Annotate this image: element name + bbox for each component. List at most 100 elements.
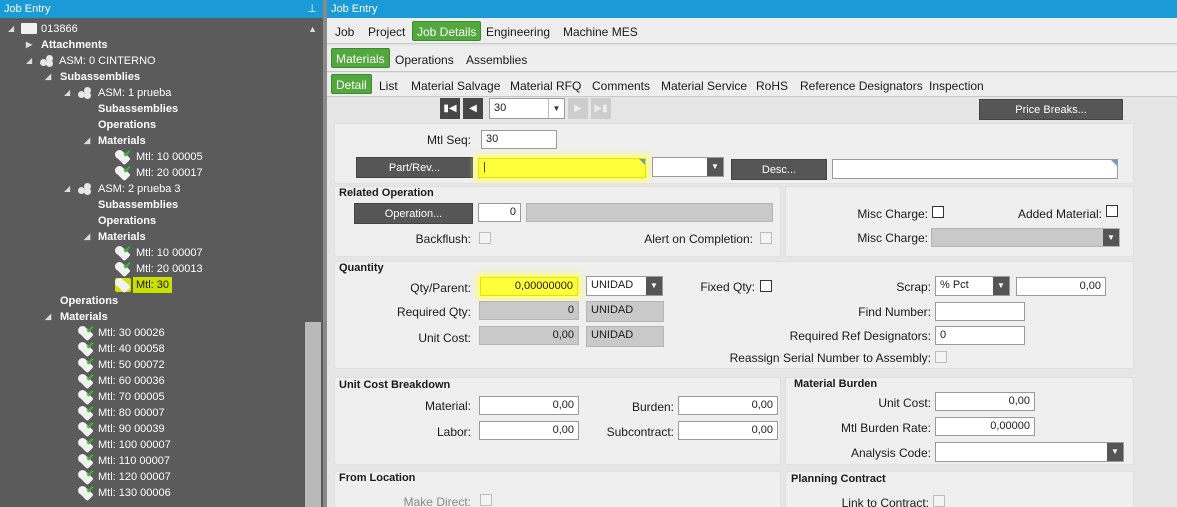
tab-project[interactable]: Project <box>364 22 409 42</box>
tab-operations[interactable]: Operations <box>391 50 458 70</box>
from-location-title: From Location <box>339 472 416 484</box>
tab-list[interactable]: List <box>375 76 402 96</box>
scrap-type-dropdown[interactable]: % Pct ▼ <box>935 276 1010 296</box>
material-icon: ✔ <box>78 390 94 404</box>
expand-arrow-icon[interactable]: ◢ <box>45 69 51 85</box>
qty-parent-input[interactable]: 0,00000000 <box>480 277 578 296</box>
tree-label: Mtl: 10 00007 <box>136 247 203 259</box>
material-icon: ✔ <box>115 246 131 260</box>
find-number-label: Find Number: <box>858 305 931 319</box>
uom-dropdown[interactable]: UNIDAD ▼ <box>586 276 663 296</box>
tree-label: Subassemblies <box>98 199 179 211</box>
tab-material-salvage[interactable]: Material Salvage <box>407 76 504 96</box>
material-icon: ✔ <box>78 358 94 372</box>
chevron-down-icon[interactable]: ▼ <box>548 99 564 118</box>
expand-arrow-icon[interactable]: ◢ <box>84 133 90 149</box>
desc-button[interactable]: Desc... <box>731 159 827 180</box>
tab-assemblies[interactable]: Assemblies <box>462 50 531 70</box>
chevron-down-icon[interactable]: ▼ <box>993 277 1009 295</box>
last-record-icon[interactable]: ▶▮ <box>591 98 611 119</box>
burden-label: Burden: <box>631 400 674 414</box>
find-number-input[interactable] <box>935 302 1025 321</box>
revision-dropdown[interactable]: ▼ <box>652 157 724 177</box>
material-icon: ✔ <box>78 422 94 436</box>
scroll-up-arrow-icon[interactable]: ▲ <box>308 24 317 34</box>
added-material-checkbox[interactable] <box>1106 205 1118 217</box>
scrap-input[interactable]: 0,00 <box>1016 277 1106 296</box>
burden-input[interactable]: 0,00 <box>678 396 778 415</box>
tree-node-asm2-subassemblies[interactable]: Subassemblies <box>98 197 178 213</box>
backflush-checkbox[interactable] <box>479 232 491 244</box>
expand-arrow-icon[interactable]: ◢ <box>8 21 14 37</box>
misc-charge-checkbox[interactable] <box>932 206 944 218</box>
expand-arrow-icon[interactable]: ◢ <box>64 181 70 197</box>
required-ref-designators-input[interactable]: 0 <box>935 326 1025 345</box>
first-record-icon[interactable]: ▮◀ <box>440 98 460 119</box>
expand-arrow-icon[interactable]: ◢ <box>84 229 90 245</box>
burden-unit-cost-input[interactable]: 0,00 <box>935 392 1035 411</box>
part-number-input[interactable]: | <box>478 158 646 178</box>
tree-node-asm2-operations[interactable]: Operations <box>98 213 156 229</box>
make-direct-checkbox[interactable] <box>480 494 492 506</box>
burden-unit-cost-label: Unit Cost: <box>878 396 931 410</box>
mtl-burden-rate-input[interactable]: 0,00000 <box>935 417 1035 436</box>
tab-material-rfq[interactable]: Material RFQ <box>506 76 585 96</box>
tab-material-service[interactable]: Material Service <box>657 76 751 96</box>
tab-reference-designators[interactable]: Reference Designators <box>796 76 927 96</box>
tree-label: Operations <box>98 215 157 227</box>
tree-label: Mtl: 70 00005 <box>98 391 165 403</box>
tab-job-details[interactable]: Job Details <box>412 21 482 41</box>
misc-charge-dropdown[interactable]: ▼ <box>931 228 1120 247</box>
tree-label: Materials <box>98 231 146 243</box>
tree-scrollbar[interactable] <box>305 322 321 507</box>
tree-panel: Job Entry ⊥ ▲ ◢ 013866 ▶ Attachments ◢ A… <box>0 0 323 507</box>
tab-comments[interactable]: Comments <box>588 76 654 96</box>
material-icon: ✔ <box>78 438 94 452</box>
tree-node-operations[interactable]: Operations <box>60 293 118 309</box>
price-breaks-button[interactable]: Price Breaks... <box>979 99 1123 120</box>
chevron-down-icon[interactable]: ▼ <box>1107 443 1123 461</box>
expand-arrow-icon[interactable]: ◢ <box>26 53 32 69</box>
part-rev-button[interactable]: Part/Rev... <box>356 157 473 178</box>
pin-icon[interactable]: ⊥ <box>307 0 317 18</box>
collapse-arrow-icon[interactable]: ▶ <box>26 37 32 53</box>
chevron-down-icon[interactable]: ▼ <box>1103 229 1119 246</box>
tab-engineering[interactable]: Engineering <box>482 22 554 42</box>
analysis-code-dropdown[interactable]: ▼ <box>935 442 1124 462</box>
tab-job[interactable]: Job <box>331 22 358 42</box>
prev-record-icon[interactable]: ◀ <box>463 98 483 119</box>
misc-charge-label: Misc Charge: <box>857 207 928 221</box>
labor-input[interactable]: 0,00 <box>479 421 579 440</box>
alert-on-completion-checkbox[interactable] <box>760 232 772 244</box>
expand-arrow-icon[interactable]: ◢ <box>45 309 51 325</box>
fixed-qty-checkbox[interactable] <box>760 280 772 292</box>
record-selector-value: 30 <box>494 102 507 114</box>
required-qty-label: Required Qty: <box>396 305 471 319</box>
chevron-down-icon[interactable]: ▼ <box>646 277 662 295</box>
link-to-contract-checkbox[interactable] <box>933 495 945 507</box>
description-input[interactable] <box>832 159 1118 179</box>
tree-label: ASM: 2 prueba 3 <box>98 183 181 195</box>
assembly-icon <box>40 55 54 67</box>
tab-detail[interactable]: Detail <box>331 74 372 94</box>
fixed-qty-label: Fixed Qty: <box>700 280 755 294</box>
tree-node-asm1-subassemblies[interactable]: Subassemblies <box>98 101 178 117</box>
operation-seq-input[interactable]: 0 <box>478 203 521 222</box>
record-selector[interactable]: 30 ▼ <box>489 98 565 119</box>
tab-inspection[interactable]: Inspection <box>925 76 988 96</box>
tree-node-asm1-operations[interactable]: Operations <box>98 117 156 133</box>
operation-button[interactable]: Operation... <box>354 203 473 224</box>
tab-materials[interactable]: Materials <box>331 48 390 68</box>
alert-on-completion-label: Alert on Completion: <box>644 232 753 246</box>
tab-rohs[interactable]: RoHS <box>752 76 792 96</box>
tree-label: Mtl: 20 00017 <box>136 167 203 179</box>
next-record-icon[interactable]: ▶ <box>568 98 588 119</box>
material-cost-input[interactable]: 0,00 <box>479 396 579 415</box>
tab-machine-mes[interactable]: Machine MES <box>559 22 642 42</box>
mtl-seq-input[interactable]: 30 <box>481 130 557 149</box>
scrap-type-value: % Pct <box>940 279 969 291</box>
expand-arrow-icon[interactable]: ◢ <box>64 85 70 101</box>
chevron-down-icon[interactable]: ▼ <box>707 158 723 176</box>
reassign-serial-checkbox[interactable] <box>935 351 947 363</box>
subcontract-input[interactable]: 0,00 <box>678 421 778 440</box>
